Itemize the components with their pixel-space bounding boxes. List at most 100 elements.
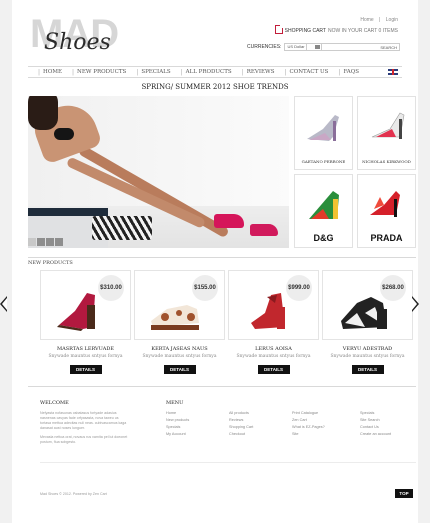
top-links-separator: | (379, 17, 381, 23)
footer-link-site-search[interactable]: Site Search (360, 418, 420, 422)
cart-items: NOW IN YOUR CART 0 ITEMS (327, 28, 398, 34)
footer-link-zen-cart[interactable]: Zen Cart (292, 418, 360, 422)
brand-tile-dg[interactable]: D&G (294, 174, 353, 248)
shoe-image (309, 191, 339, 219)
currencies-label: CURRENCIES: (247, 44, 282, 50)
slideshow-pager (28, 238, 63, 246)
banner-title: SPRING/ SUMMER 2012 SHOE TRENDS (141, 83, 289, 91)
footer-link-specials[interactable]: Specials (360, 411, 420, 415)
brand-name: NICHOLAS KIRKWOOD (362, 159, 411, 164)
product-name[interactable]: MASRTAS LERVUADE (40, 346, 131, 352)
uk-flag-icon[interactable] (388, 69, 398, 75)
hero-slideshow[interactable] (28, 96, 289, 248)
product-image[interactable]: $268.00 (322, 270, 413, 340)
product-image[interactable]: $999.00 (228, 270, 319, 340)
slide-dot[interactable] (55, 238, 63, 246)
hero-model-hair (28, 96, 58, 130)
slide-dot[interactable] (37, 238, 45, 246)
welcome-title: WELCOME (40, 400, 69, 406)
section-divider (28, 257, 416, 258)
logo-shoes: Shoes (44, 30, 111, 55)
footer-link-contact-us[interactable]: Contact Us (360, 425, 420, 429)
price-badge: $268.00 (380, 275, 406, 301)
carousel-next-arrow-icon[interactable] (412, 296, 419, 312)
brand-tile-nicholas-kirkwood[interactable]: NICHOLAS KIRKWOOD (357, 96, 416, 170)
footer-link-new-products[interactable]: New products (166, 418, 229, 422)
cart-icon (274, 25, 283, 34)
hero-shoe (250, 224, 278, 236)
nav-item-specials[interactable]: | SPECIALS (136, 69, 170, 76)
home-link[interactable]: Home (360, 17, 373, 23)
hero-zebra-bag (92, 216, 152, 240)
product-card[interactable]: $155.00 KERTA JASEAS NAUS Snywade mauntu… (134, 270, 225, 378)
details-button[interactable]: DETAILS (163, 365, 196, 374)
footer-link-ez-pages[interactable]: What is EZ-Pages? (292, 425, 360, 429)
details-button[interactable]: DETAILS (69, 365, 102, 374)
footer-rule (40, 462, 416, 463)
top-links: Home | Login (356, 17, 398, 23)
product-description: Snywade mauntus sntyus fornya (236, 354, 311, 359)
main-nav: | HOME | NEW PRODUCTS | SPECIALS | ALL PRODU… (28, 66, 402, 78)
shoe-image (307, 115, 339, 141)
price-badge: $155.00 (192, 275, 218, 301)
page: MAD Shoes Home | Login SHOPPING CART NOW… (12, 0, 418, 523)
login-link[interactable]: Login (386, 17, 398, 23)
search-button[interactable]: SEARCH (380, 45, 397, 50)
footer-link-checkout[interactable]: Checkout (229, 432, 292, 436)
brand-name: D&G (313, 233, 334, 243)
details-button[interactable]: DETAILS (257, 365, 290, 374)
search-input[interactable]: SEARCH (306, 43, 400, 51)
footer-link-shopping-cart[interactable]: Shopping Cart (229, 425, 292, 429)
nav-item-new-products[interactable]: | NEW PRODUCTS (72, 69, 126, 76)
footer-link-all-products[interactable]: All products (229, 411, 292, 415)
cart-label: SHOPPING CART (284, 28, 326, 34)
nav-item-all-products[interactable]: | ALL PRODUCTS (181, 69, 232, 76)
footer-divider (28, 386, 416, 387)
price-badge: $999.00 (286, 275, 312, 301)
back-to-top-button[interactable]: TOP (395, 489, 413, 498)
footer-link-specials-2[interactable]: Specials (166, 425, 229, 429)
brand-tile-prada[interactable]: PRADA (357, 174, 416, 248)
product-image[interactable]: $310.00 (40, 270, 131, 340)
shopping-cart[interactable]: SHOPPING CART NOW IN YOUR CART 0 ITEMS (274, 25, 398, 34)
product-image[interactable]: $155.00 (134, 270, 225, 340)
nav-item-faqs[interactable]: | FAQS (338, 69, 359, 76)
brand-tile-gaetano-perrone[interactable]: GAETANO PERRONE (294, 96, 353, 170)
slide-dot[interactable] (46, 238, 54, 246)
product-card[interactable]: $999.00 LERUS AOISA Snywade mauntus snty… (228, 270, 319, 378)
welcome-text: Nefyasta nofasunas osbatasus fortyade ad… (40, 411, 127, 430)
nav-item-reviews[interactable]: | REVIEWS (242, 69, 275, 76)
brand-tiles: GAETANO PERRONE NICHOLAS KIRKWOOD D&G PR… (294, 96, 416, 248)
copyright: Mad Shoes © 2012. Powered by Zen Cart (40, 492, 107, 496)
site-logo[interactable]: MAD Shoes (30, 14, 119, 60)
product-description: Snywade mauntus sntyus fornya (48, 354, 123, 359)
footer-link-print-catalogue[interactable]: Print Catalogue (292, 411, 360, 415)
footer-link-my-account[interactable]: My Account (166, 432, 229, 436)
new-products-carousel: $310.00 MASRTAS LERVUADE Snywade mauntus… (40, 270, 416, 378)
product-name[interactable]: LERUS AOISA (228, 346, 319, 352)
footer-link-reviews[interactable]: Reviews (229, 418, 292, 422)
product-card[interactable]: $310.00 MASRTAS LERVUADE Snywade mauntus… (40, 270, 131, 378)
product-description: Snywade mauntus sntyus fornya (142, 354, 217, 359)
footer-link-site[interactable]: Site (292, 432, 360, 436)
product-card[interactable]: $268.00 VERYU ADESTRAD Snywade mauntus s… (322, 270, 413, 378)
new-products-title: NEW PRODUCTS (28, 260, 73, 266)
footer-link-home[interactable]: Home (166, 411, 229, 415)
shoe-image (371, 112, 405, 139)
menu-title: MENU (166, 400, 184, 406)
nav-item-contact-us[interactable]: | CONTACT US (284, 69, 328, 76)
price-badge: $310.00 (98, 275, 124, 301)
product-description: Snywade mauntus sntyus fornya (330, 354, 405, 359)
slide-dot[interactable] (28, 238, 36, 246)
details-button[interactable]: DETAILS (351, 365, 384, 374)
carousel-prev-arrow-icon[interactable] (0, 296, 7, 312)
welcome-text: Mevasla nettoa orat, novaus rus vamita p… (40, 435, 128, 444)
nav-item-home[interactable]: | HOME (38, 69, 62, 76)
brand-name: GAETANO PERRONE (301, 159, 346, 164)
brand-name: PRADA (370, 233, 403, 243)
footer-menu-links: Home All products Print Catalogue Specia… (166, 411, 406, 436)
footer-link-create-account[interactable]: Create an account (360, 432, 420, 436)
product-name[interactable]: VERYU ADESTRAD (322, 346, 413, 352)
product-name[interactable]: KERTA JASEAS NAUS (134, 346, 225, 352)
hero-model-swimsuit (54, 128, 74, 140)
